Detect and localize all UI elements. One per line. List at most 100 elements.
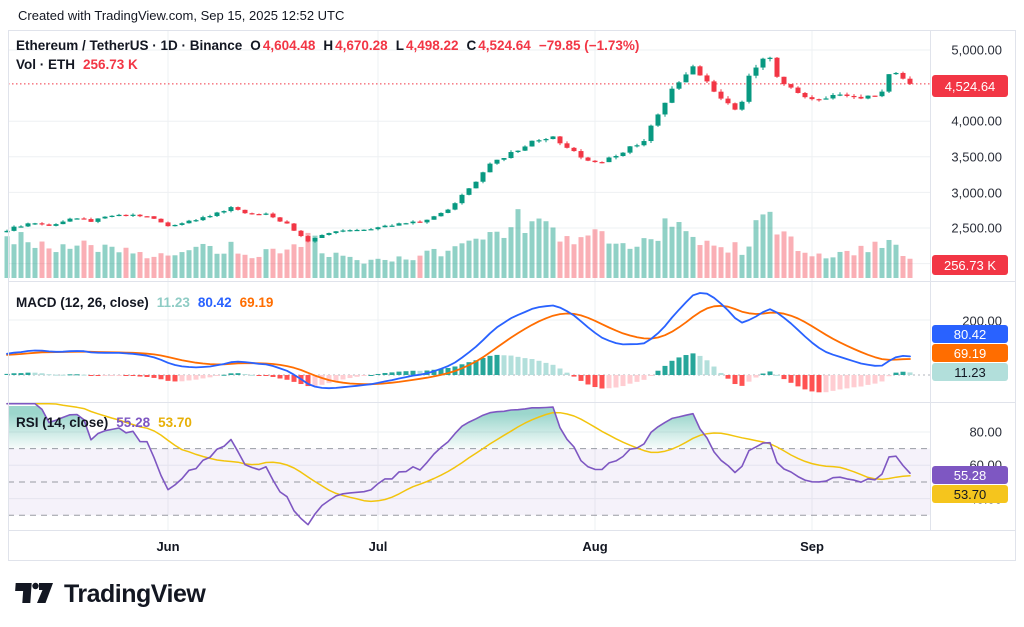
macd-histogram-bar <box>117 375 122 376</box>
macd-histogram-bar <box>824 375 829 392</box>
candle <box>495 160 500 164</box>
candle <box>75 218 80 219</box>
volume-bar <box>614 244 619 278</box>
candle <box>264 214 269 215</box>
time-axis[interactable] <box>8 530 930 560</box>
volume-bar <box>572 244 577 278</box>
macd-histogram-bar <box>719 373 724 375</box>
macd-histogram-bar <box>789 375 794 383</box>
candle <box>383 226 388 228</box>
volume-bar <box>75 246 80 278</box>
macd-histogram-bar <box>544 363 549 375</box>
macd-histogram-bar <box>495 355 500 375</box>
macd-histogram-bar <box>551 365 556 375</box>
macd-histogram-bar <box>558 369 563 375</box>
volume-bar <box>152 257 157 278</box>
macd-histogram-bar <box>166 375 171 381</box>
volume-bar <box>586 236 591 278</box>
candle <box>663 103 668 115</box>
candle <box>334 231 339 233</box>
price-axis[interactable] <box>930 30 1024 530</box>
macd-histogram-bar <box>663 366 668 375</box>
candle <box>110 216 115 217</box>
candle <box>481 172 486 181</box>
candle <box>719 92 724 99</box>
macd-histogram-bar <box>250 375 255 376</box>
volume-bar <box>600 231 605 278</box>
candle <box>831 95 836 98</box>
macd-histogram-bar <box>509 356 514 375</box>
candle <box>488 164 493 173</box>
candle <box>810 97 815 99</box>
volume-bar <box>383 260 388 278</box>
volume-bar <box>551 227 556 278</box>
tradingview-snapshot: Created with TradingView.com, Sep 15, 20… <box>0 0 1024 627</box>
candle <box>712 81 717 91</box>
volume-bar <box>54 252 59 278</box>
volume-bar <box>411 260 416 278</box>
volume-bar <box>761 214 766 278</box>
candle <box>236 207 241 210</box>
volume-bar <box>320 253 325 278</box>
candle <box>327 233 332 235</box>
macd-histogram-bar <box>89 375 94 376</box>
candle <box>138 215 143 217</box>
macd-histogram-bar <box>390 372 395 375</box>
macd-histogram-bar <box>194 375 199 380</box>
macd-histogram-bar <box>845 375 850 388</box>
volume-bar <box>544 221 549 278</box>
candle <box>544 139 549 140</box>
macd-histogram-bar <box>600 375 605 389</box>
candle <box>145 216 150 217</box>
volume-bar <box>131 253 136 278</box>
macd-histogram-bar <box>740 375 745 386</box>
volume-bar <box>796 251 801 278</box>
volume-bar <box>243 255 248 278</box>
macd-histogram-bar <box>96 375 101 376</box>
candle <box>565 143 570 148</box>
tradingview-brand[interactable]: TradingView <box>14 580 205 609</box>
macd-histogram-bar <box>579 375 584 381</box>
volume-bar <box>208 246 213 278</box>
volume-bar <box>481 240 486 278</box>
candle <box>61 222 66 225</box>
candle <box>502 158 507 160</box>
macd-histogram-bar <box>404 371 409 375</box>
macd-histogram-bar <box>271 375 276 377</box>
macd-histogram-bar <box>691 353 696 375</box>
candle <box>362 230 367 231</box>
volume-bar <box>341 256 346 278</box>
volume-bar <box>376 259 381 278</box>
candle <box>649 126 654 141</box>
macd-histogram-bar <box>481 358 486 375</box>
candle <box>166 222 171 226</box>
volume-bar <box>621 243 626 278</box>
candle <box>306 236 311 241</box>
candle <box>278 217 283 221</box>
volume-bar <box>509 227 514 278</box>
candle <box>201 217 206 220</box>
candle <box>194 220 199 221</box>
volume-bar <box>495 232 500 278</box>
candle <box>740 102 745 110</box>
candle <box>320 235 325 238</box>
macd-histogram-bar <box>124 375 129 376</box>
candle <box>369 229 374 230</box>
volume-bar <box>12 244 17 278</box>
macd-histogram-bar <box>747 375 752 382</box>
volume-bar <box>880 248 885 278</box>
candle <box>250 213 255 214</box>
volume-bar <box>61 244 66 278</box>
candle <box>285 222 290 224</box>
candle <box>82 218 87 219</box>
candle <box>873 96 878 97</box>
macd-histogram-bar <box>285 375 290 380</box>
volume-bar <box>593 229 598 278</box>
macd-histogram-bar <box>362 375 367 376</box>
candle <box>600 162 605 163</box>
candle <box>229 207 234 211</box>
candle <box>754 68 759 76</box>
candle <box>586 158 591 161</box>
candle <box>404 223 409 224</box>
candle <box>859 97 864 99</box>
